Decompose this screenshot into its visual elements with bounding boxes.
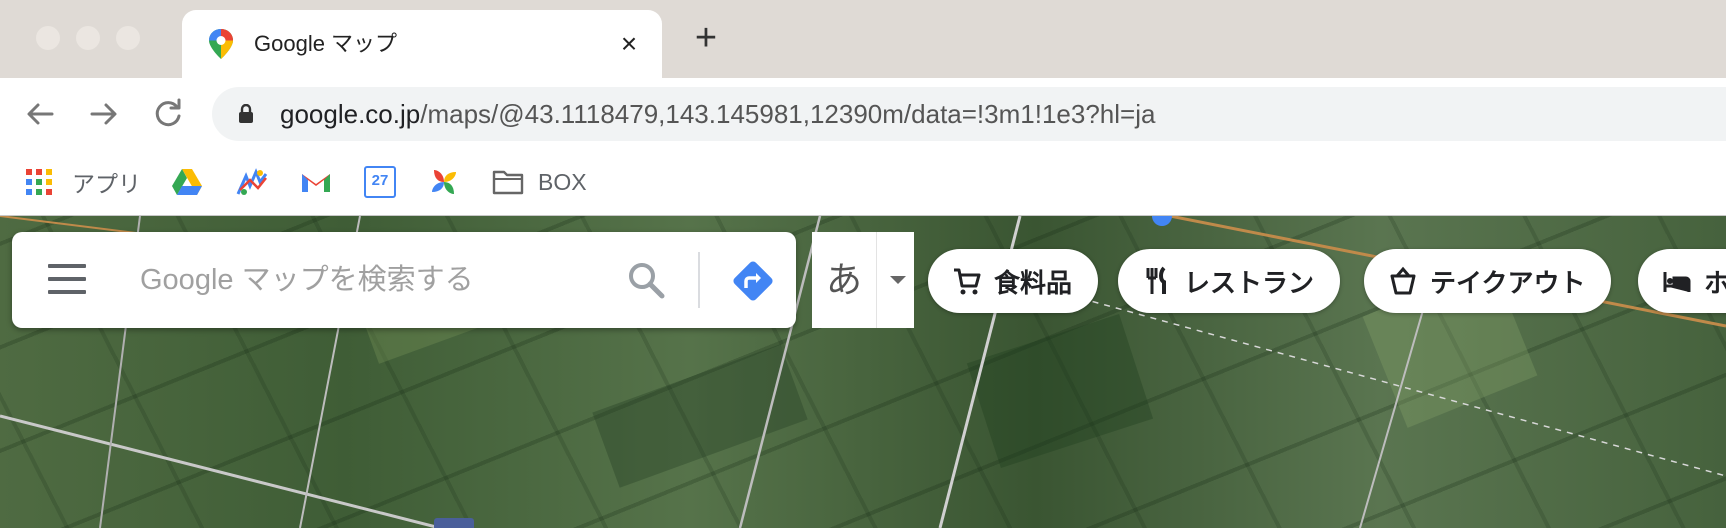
- url-host: google.co.jp: [280, 99, 421, 129]
- ime-divider: [876, 232, 877, 328]
- apps-grid-icon: [26, 169, 52, 195]
- url-path: /maps/@43.1118479,143.145981,12390m/data…: [420, 99, 1156, 129]
- chip-groceries-label: 食料品: [994, 267, 1073, 298]
- new-tab-button[interactable]: +: [690, 19, 722, 57]
- search-icon[interactable]: [626, 260, 666, 300]
- address-bar[interactable]: google.co.jp/maps/@43.1118479,143.145981…: [212, 87, 1726, 141]
- chip-hotels[interactable]: ホ: [1638, 249, 1726, 313]
- gmail-icon: [302, 174, 330, 192]
- chip-takeout[interactable]: テイクアウト: [1364, 249, 1612, 313]
- maps-search-input[interactable]: [140, 256, 610, 304]
- bookmark-apps[interactable]: アプリ: [26, 164, 141, 200]
- tab-google-maps[interactable]: Google マップ ×: [182, 10, 662, 78]
- hamburger-menu-icon[interactable]: [48, 264, 86, 294]
- lock-icon[interactable]: [238, 104, 254, 124]
- tab-close-icon[interactable]: ×: [616, 30, 642, 58]
- window-minimize-dot[interactable]: [76, 26, 100, 50]
- search-divider: [698, 252, 700, 308]
- google-photos-icon: [432, 170, 456, 194]
- ime-input-toggle[interactable]: あ: [812, 232, 914, 328]
- chip-takeout-label: テイクアウト: [1430, 267, 1586, 298]
- browser-toolbar: google.co.jp/maps/@43.1118479,143.145981…: [0, 78, 1726, 150]
- takeout-icon: [1390, 266, 1416, 295]
- forward-arrow-icon[interactable]: [82, 92, 126, 136]
- folder-icon: [492, 170, 524, 195]
- ime-hiragana-label: あ: [825, 259, 862, 300]
- restaurant-icon: [1146, 266, 1166, 294]
- google-drive-icon: [172, 169, 202, 195]
- browser-tab-strip: Google マップ × +: [0, 0, 1726, 78]
- bookmarks-bar: アプリ 27 BOX: [0, 150, 1726, 216]
- bookmark-apps-label: アプリ: [72, 171, 141, 197]
- window-close-dot[interactable]: [36, 26, 60, 50]
- bookmark-google-calendar[interactable]: 27: [364, 164, 396, 200]
- chip-restaurants[interactable]: レストラン: [1118, 249, 1341, 313]
- back-arrow-icon[interactable]: [18, 92, 62, 136]
- bookmark-box[interactable]: BOX: [492, 164, 587, 200]
- google-calendar-icon: 27: [364, 166, 396, 198]
- hotel-icon: [1663, 272, 1691, 292]
- chip-restaurants-label: レストラン: [1184, 267, 1315, 298]
- chip-groceries[interactable]: 食料品: [928, 249, 1099, 313]
- colorful-app-icon: [236, 168, 268, 195]
- tab-title: Google マップ: [254, 31, 398, 56]
- calendar-date: 27: [371, 172, 389, 189]
- bookmark-google-photos[interactable]: [428, 164, 460, 200]
- directions-icon[interactable]: [730, 258, 776, 304]
- bookmark-google-drive[interactable]: [172, 164, 202, 200]
- chip-hotels-label: ホ: [1704, 267, 1726, 298]
- address-url: google.co.jp/maps/@43.1118479,143.145981…: [280, 87, 1155, 141]
- bookmark-box-label: BOX: [538, 168, 587, 195]
- google-maps-pin-icon: [209, 29, 233, 59]
- maps-search-box: [12, 232, 796, 328]
- ime-dropdown-caret-icon[interactable]: [890, 276, 906, 284]
- window-zoom-dot[interactable]: [116, 26, 140, 50]
- bookmark-gmail[interactable]: [300, 164, 332, 200]
- reload-icon[interactable]: [146, 92, 190, 136]
- bookmark-colorful-app[interactable]: [236, 164, 268, 200]
- cart-icon: [954, 268, 981, 295]
